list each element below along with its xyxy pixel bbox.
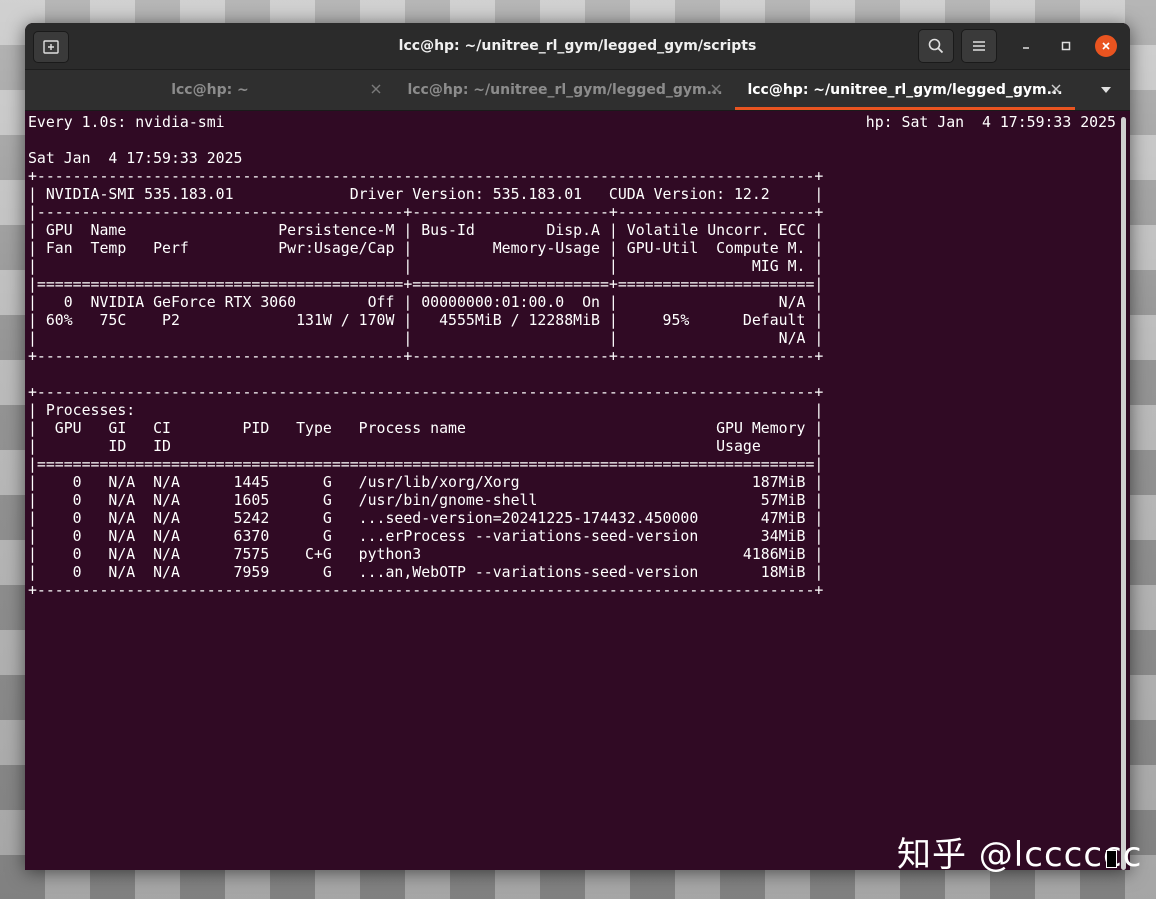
tab-legged-gym[interactable]: lcc@hp: ~/unitree_rl_gym/legged_gym... [395,70,735,110]
close-icon [1051,84,1061,94]
hamburger-menu-icon [973,41,985,51]
tab-label: lcc@hp: ~/unitree_rl_gym/legged_gym... [747,82,1063,98]
text-cursor [1106,850,1117,868]
new-tab-icon [43,40,59,54]
tab-close-button[interactable] [369,82,383,96]
close-icon [711,84,721,94]
tab-label: lcc@hp: ~/unitree_rl_gym/legged_gym... [407,82,723,98]
terminal-header-left: Every 1.0s: nvidia-smi [28,113,225,131]
terminal-header-right: hp: Sat Jan 4 17:59:33 2025 [865,113,1116,131]
nvidia-smi-output: Sat Jan 4 17:59:33 2025 +---------------… [28,149,824,599]
title-bar: lcc@hp: ~/unitree_rl_gym/legged_gym/scri… [25,23,1130,70]
terminal-area[interactable]: Every 1.0s: nvidia-smi hp: Sat Jan 4 17:… [25,111,1130,870]
tab-close-button[interactable] [709,82,723,96]
minimize-icon [1023,47,1029,49]
maximize-icon [1061,41,1071,51]
new-tab-button[interactable] [33,31,69,63]
tab-label: lcc@hp: ~ [171,82,249,98]
tab-close-button[interactable] [1049,82,1063,96]
tab-bar: lcc@hp: ~ lcc@hp: ~/unitree_rl_gym/legge… [25,70,1130,111]
minimize-button[interactable] [1015,35,1037,57]
scrollbar[interactable] [1121,117,1126,870]
tab-home[interactable]: lcc@hp: ~ [25,70,395,110]
close-icon [1102,42,1110,50]
tab-list-dropdown[interactable] [1093,80,1119,100]
search-button[interactable] [918,29,954,63]
menu-button[interactable] [961,29,997,63]
search-icon [928,38,944,54]
terminal-window: lcc@hp: ~/unitree_rl_gym/legged_gym/scri… [25,23,1130,870]
close-window-button[interactable] [1095,35,1117,57]
chevron-down-icon [1101,87,1111,93]
tab-legged-gym-active[interactable]: lcc@hp: ~/unitree_rl_gym/legged_gym... [735,70,1075,110]
close-icon [371,84,381,94]
maximize-button[interactable] [1055,35,1077,57]
